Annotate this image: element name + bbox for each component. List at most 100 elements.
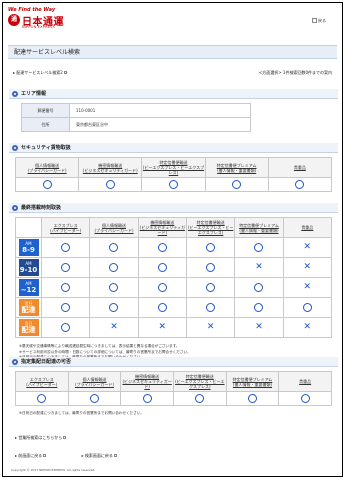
site-header: We Find the Way 通 日本通運 NIPPON EXPRESS 戻る [3,3,342,37]
logo-subtext: NIPPON EXPRESS [22,25,55,29]
service-header[interactable]: 機密情報輸送 (ビジネスセキュリティガード) [78,157,143,178]
logo-icon[interactable]: 通 [8,14,20,26]
table-row: AM 9-10 ✕ ✕ [15,257,333,278]
mark-cell [40,297,91,318]
time-slot-badge: AM 8-9 [18,239,39,256]
table-row: 住所 東京都台東区谷中 [21,117,251,132]
breadcrumb[interactable]: ▸ 配達サービスレベル検索2 [13,70,67,75]
mark-cell: ✕ [234,257,284,278]
unavailable-icon: ✕ [303,322,312,332]
available-icon [232,179,242,189]
back-link-label: 戻る [318,18,326,23]
mark-cell [137,237,187,258]
time-slot-badge: AM 9-10 [18,259,39,276]
mark-cell: ✕ [234,317,284,338]
available-icon [42,179,52,189]
section-header: 最終搭載時刻取扱 [9,203,338,213]
security-table: 個人情報輸送 (プライバシーガード) 機密情報輸送 (ビジネスセキュリティガード) … [14,157,333,192]
available-icon [109,262,119,272]
section-header: セキュリティ貨物取扱 [9,143,338,153]
time-slot-cell: 当日 配達 [15,317,42,338]
external-link-icon [63,71,67,74]
mark-cell [40,257,91,278]
mark-cell [204,177,269,192]
available-icon [206,282,216,292]
service-header[interactable]: 特定信書便輸送 (ビーエクスプレス・ビーエクスプレス) [141,157,206,178]
mark-cell [89,237,139,258]
mark-cell: ✕ [89,317,139,338]
service-header[interactable]: 特定信書便プレミアム (書人情報・重要書類) [204,157,269,178]
table-row [15,391,332,406]
unavailable-icon: ✕ [158,322,167,332]
back-link[interactable]: 戻る [312,18,326,23]
available-icon [142,393,152,403]
service-header[interactable]: エクスプレス (ハイプビーダー) [40,217,91,238]
available-icon [206,302,216,312]
search-page-link[interactable]: ▸ 検索画面に戻る [82,453,117,458]
page-title-bar: 配達サービスレベル検索 [8,45,337,59]
unavailable-icon: ✕ [206,322,215,332]
mark-cell: ✕ [185,317,236,338]
mark-cell [67,391,122,406]
external-link-icon [43,454,47,457]
table-header-row: 個人情報輸送 (プライバシーガード) 機密情報輸送 (ビジネスセキュリティガード) … [14,157,333,178]
section-bullet-icon [12,359,18,365]
mark-cell: ✕ [282,237,333,258]
mark-cell [234,297,284,318]
mark-cell [141,177,206,192]
mark-cell [14,177,80,192]
mark-cell [234,277,284,298]
available-icon [168,179,178,189]
time-slot-badge: 翌日 配達 [18,299,39,316]
service-header[interactable]: 機密情報輸送 (ビジネスセキュリティガード) [120,371,174,392]
delivery-table: エクスプレス (ハイプビーダー) 個人情報輸送 (プライバシーガード) 機密情報輸送… [15,217,333,338]
available-icon [254,282,264,292]
breadcrumb-note: <方面選択> 1件検索回数0件までの案内 [258,70,332,75]
mark-cell [137,257,187,278]
mark-cell [234,237,284,258]
section-title: 最終搭載時刻取扱 [21,205,62,211]
unavailable-icon: ✕ [303,262,312,272]
mark-cell [89,297,139,318]
available-icon [109,282,119,292]
section-bullet-icon [12,205,18,211]
delivery-section: 最終搭載時刻取扱 エクスプレス (ハイプビーダー) 個人情報輸送 (プライバシーガー… [9,203,338,361]
section-title: セキュリティ貨物取扱 [21,145,71,151]
available-icon [157,302,167,312]
service-header[interactable]: エクスプレス (ハイプビーダー) [15,371,69,392]
prev-page-link[interactable]: ▸ 前画面に戻る [15,453,47,458]
available-icon [206,262,216,272]
unavailable-icon: ✕ [303,282,312,292]
service-header[interactable]: 貴重品 [267,157,333,178]
office-search-link[interactable]: ▸ 営業所検索はこちらから [15,435,67,440]
service-header[interactable]: 機密情報輸送 (ビジネスセキュリティガード) [137,217,187,238]
service-header[interactable]: 特定信書便プレミアム (書人情報・重要書類) [234,217,284,238]
mark-cell: ✕ [282,277,333,298]
security-section: セキュリティ貨物取扱 個人情報輸送 (プライバシーガード) 機密情報輸送 (ビジネス… [9,143,338,192]
external-link-icon [63,436,67,439]
service-header[interactable]: 貴重品 [282,217,333,238]
time-slot-cell: AM 8-9 [15,237,42,258]
mark-cell [185,277,236,298]
service-header[interactable]: 個人情報輸送 (プライバシーガード) [67,371,122,392]
holiday-table: エクスプレス (ハイプビーダー) 個人情報輸送 (プライバシーガード) 機密情報輸送… [15,371,332,406]
mark-cell [40,317,91,338]
table-row: AM 8-9 ✕ [15,237,333,258]
service-header[interactable]: 特定信書便プレミアム (書人情報・重要書類) [225,371,280,392]
page-title: 配達サービスレベル検索 [14,49,81,56]
service-header[interactable]: 個人情報輸送 (プライバシーガード) [14,157,80,178]
mark-cell [278,391,332,406]
mark-cell [137,297,187,318]
available-icon [109,242,119,252]
service-header[interactable]: 個人情報輸送 (プライバシーガード) [89,217,139,238]
mark-cell [225,391,280,406]
mark-cell [89,277,139,298]
mark-cell [40,237,91,258]
section-title: エリア情報 [21,91,47,97]
service-header[interactable]: 貴重品 [278,371,332,392]
postal-code-label: 郵便番号 [21,103,70,118]
table-header-row: エクスプレス (ハイプビーダー) 個人情報輸送 (プライバシーガード) 機密情報輸送… [15,217,333,238]
service-header[interactable]: 特定信書便輸送 (ビーエクスプレス・ビーエクスプレス) [185,217,236,238]
area-section: エリア情報 郵便番号 110-0001 住所 東京都台東区谷中 [9,89,338,132]
service-header[interactable]: 特定信書便輸送 (ビーエクスプレス・ビーエクスプレス) [172,371,227,392]
